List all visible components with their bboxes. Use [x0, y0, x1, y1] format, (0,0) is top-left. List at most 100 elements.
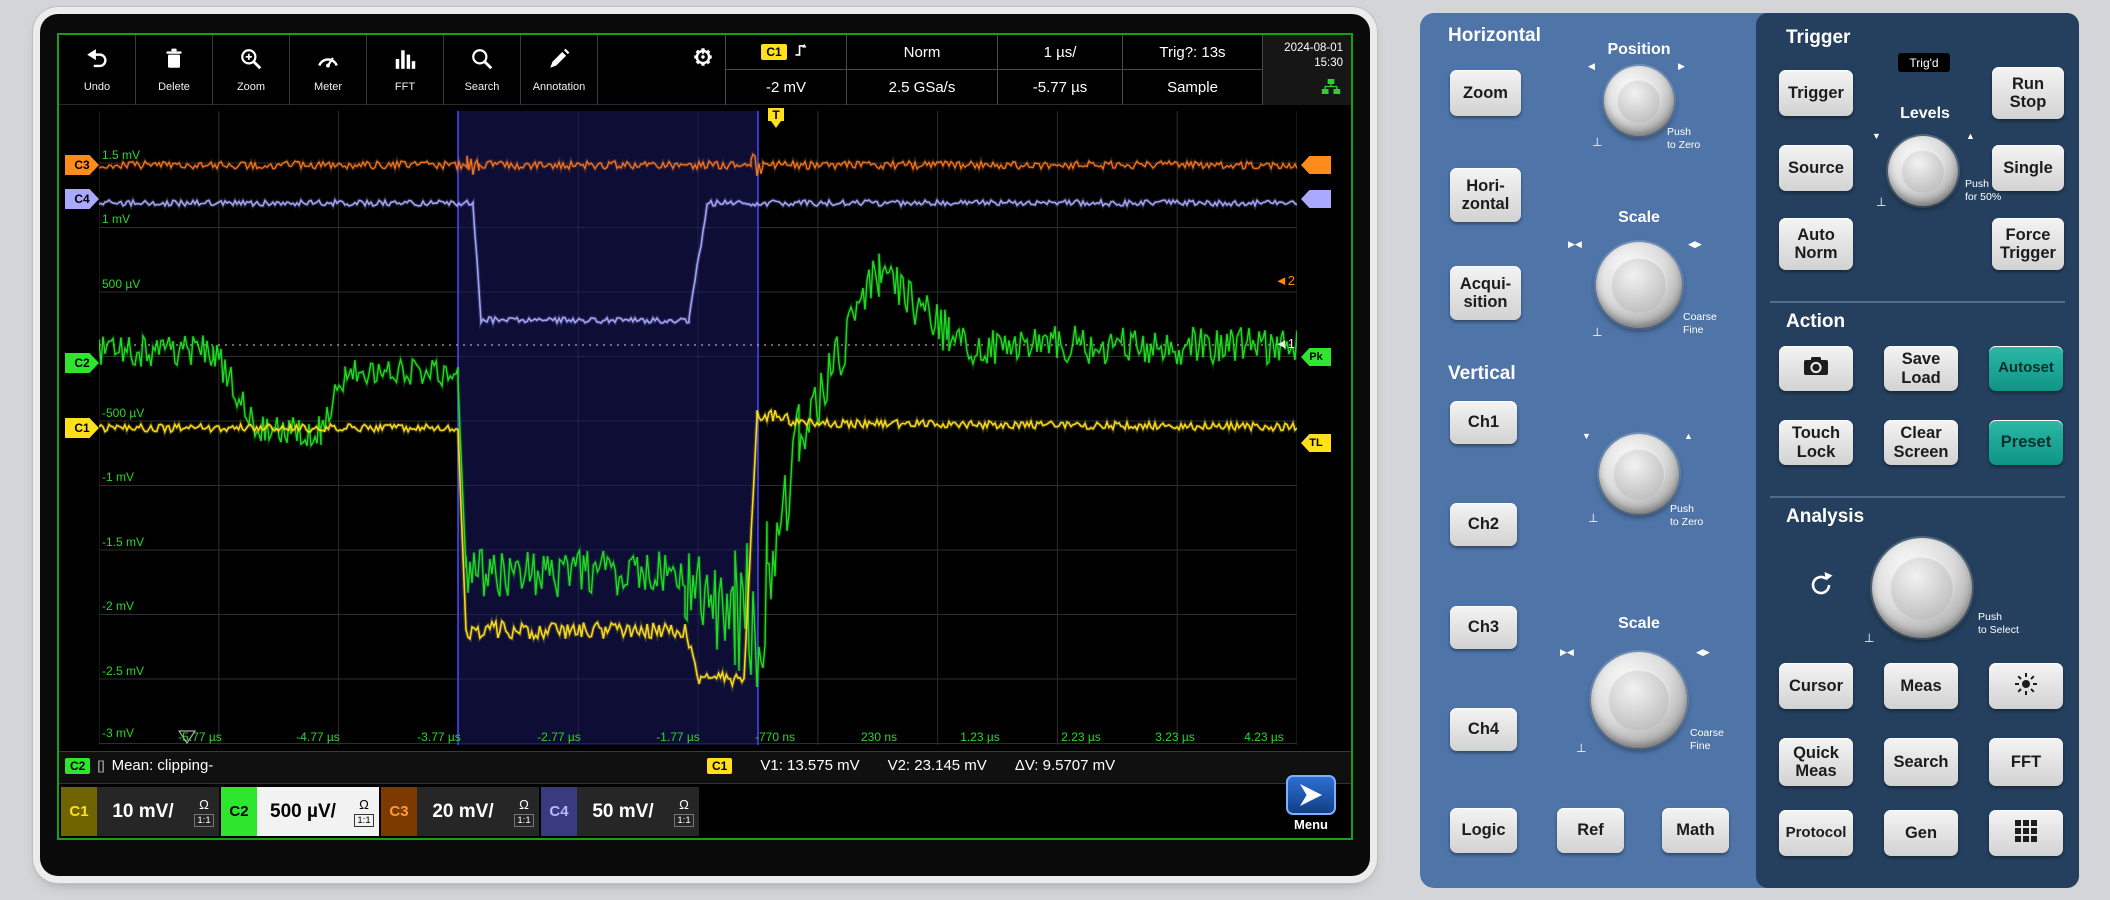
meter-button[interactable]: Meter: [290, 35, 367, 105]
measurement-bar: C2 [] Mean: clipping- C1 V1: 13.575 mV V…: [59, 751, 1351, 783]
channel-bar: C1 10 mV/ Ω1:1 C2 500 µV/ Ω1:1 C3 20 mV/…: [59, 783, 1351, 838]
fft-icon: [393, 47, 417, 76]
clear-screen-button[interactable]: Clear Screen: [1884, 420, 1958, 465]
scope-toolbar: Undo Delete Zoom MeterFFTSearchAnnotation C…: [59, 35, 1351, 105]
channel2-settings[interactable]: C2 500 µV/ Ω1:1: [221, 787, 379, 836]
svg-text:3.23 µs: 3.23 µs: [1155, 730, 1195, 744]
channel4-impedance: Ω: [679, 797, 689, 812]
single-button[interactable]: Single: [1992, 145, 2064, 191]
ch1-button[interactable]: Ch1: [1450, 401, 1517, 444]
vertical-section-title: Vertical: [1448, 363, 1516, 385]
trigger-button[interactable]: Trigger: [1779, 70, 1853, 116]
lan-network-icon: [1321, 78, 1341, 100]
svg-text:500 µV: 500 µV: [102, 277, 140, 291]
fft-button[interactable]: FFT: [1989, 738, 2063, 786]
horizontal-section-title: Horizontal: [1448, 25, 1541, 47]
trigger-mode-cell[interactable]: Norm: [846, 35, 997, 70]
push-knob-icon: [1588, 511, 1598, 525]
undo-icon: [85, 47, 109, 76]
touch-lock-button[interactable]: Touch Lock: [1779, 420, 1853, 465]
samplerate-cell[interactable]: 2.5 GSa/s: [846, 70, 997, 105]
right-marker-tl[interactable]: TL: [1301, 434, 1331, 452]
cursor-button[interactable]: Cursor: [1779, 663, 1853, 709]
screenshot-camera-button[interactable]: [1779, 346, 1853, 391]
source-button[interactable]: Source: [1779, 145, 1853, 191]
auto-norm-button[interactable]: Auto Norm: [1779, 218, 1853, 270]
run-stop-button[interactable]: Run Stop: [1992, 67, 2064, 119]
vertical-scale-knob[interactable]: [1591, 652, 1687, 748]
cursor-v1-value: V1: 13.575 mV: [760, 757, 859, 774]
fft-button[interactable]: FFT: [367, 35, 444, 105]
trigger-level-cell[interactable]: -2 mV: [725, 70, 846, 105]
intensity-button[interactable]: [1989, 663, 2063, 709]
trigger-level-knob[interactable]: [1888, 136, 1958, 206]
trigger-status-cell[interactable]: Trig?: 13s: [1122, 35, 1263, 70]
timebase-cell[interactable]: 1 µs/: [997, 35, 1122, 70]
channel4-settings[interactable]: C4 50 mV/ Ω1:1: [541, 787, 699, 836]
waveform-display[interactable]: 1.5 mV1 mV500 µV-500 µV-1 mV-1.5 mV-2 mV…: [59, 105, 1351, 751]
gen-button[interactable]: Gen: [1884, 810, 1958, 856]
zoom-button[interactable]: Zoom: [1450, 70, 1521, 116]
horizontal-scale-label: Scale: [1589, 209, 1689, 227]
settings-gear-button[interactable]: [679, 45, 727, 95]
scope-screen: Undo Delete Zoom MeterFFTSearchAnnotation C…: [57, 33, 1353, 840]
horizontal-position-cell[interactable]: -5.77 µs: [997, 70, 1122, 105]
cursor-source-badge: C1: [707, 758, 732, 774]
toolbar-label: Zoom: [237, 81, 265, 93]
section-divider: [1770, 496, 2065, 498]
right-marker-1[interactable]: [1301, 190, 1331, 208]
svg-text:-4.77 µs: -4.77 µs: [296, 730, 340, 744]
right-marker-pk[interactable]: Pk: [1301, 348, 1331, 366]
ch4-button[interactable]: Ch4: [1450, 708, 1517, 751]
channel4-probe-ratio: 1:1: [674, 814, 693, 827]
acquisition-button[interactable]: Acqui- sition: [1450, 266, 1521, 320]
search-button[interactable]: Search: [1884, 738, 1958, 786]
svg-text:◄1: ◄1: [1275, 336, 1295, 351]
toolbar-label: Delete: [158, 81, 190, 93]
channel-marker-c1[interactable]: C1: [65, 418, 99, 438]
horizontal-scale-knob[interactable]: [1596, 242, 1682, 328]
autoset-button[interactable]: Autoset: [1989, 346, 2063, 391]
channel2-scale: 500 µV/: [257, 787, 349, 836]
ref-button[interactable]: Ref: [1557, 808, 1624, 853]
horizontal-button[interactable]: Hori- zontal: [1450, 168, 1521, 222]
acquisition-mode-cell[interactable]: Sample: [1122, 70, 1263, 105]
math-button[interactable]: Math: [1662, 808, 1729, 853]
channel-marker-c4[interactable]: C4: [65, 189, 99, 209]
vertical-position-knob[interactable]: [1599, 434, 1679, 514]
logic-button[interactable]: Logic: [1450, 808, 1517, 853]
navigation-knob[interactable]: [1872, 538, 1972, 638]
channel-marker-c2[interactable]: C2: [65, 353, 99, 373]
protocol-button[interactable]: Protocol: [1779, 810, 1853, 856]
channel1-settings[interactable]: C1 10 mV/ Ω1:1: [61, 787, 219, 836]
annotation-button[interactable]: Annotation: [521, 35, 598, 105]
trigger-section-title: Trigger: [1786, 27, 1850, 49]
apps-grid-button[interactable]: [1989, 810, 2063, 856]
coarse-fine-hint: Coarse Fine: [1683, 311, 1717, 336]
save-load-button[interactable]: Save Load: [1884, 346, 1958, 391]
undo-button[interactable]: Undo: [59, 35, 136, 105]
menu-label: Menu: [1279, 817, 1343, 832]
delete-button[interactable]: Delete: [136, 35, 213, 105]
svg-text:-1.5 mV: -1.5 mV: [102, 535, 144, 549]
search-button[interactable]: Search: [444, 35, 521, 105]
right-marker-0[interactable]: [1301, 156, 1331, 174]
preset-button[interactable]: Preset: [1989, 420, 2063, 465]
meas-button[interactable]: Meas: [1884, 663, 1958, 709]
ch3-button[interactable]: Ch3: [1450, 606, 1517, 649]
channel2-probe-ratio: 1:1: [354, 814, 373, 827]
trigger-slope-icon: [793, 41, 811, 63]
zoom-button[interactable]: Zoom: [213, 35, 290, 105]
apps-grid-icon: [2014, 819, 2038, 847]
svg-text:-1.77 µs: -1.77 µs: [656, 730, 700, 744]
quick-meas-button[interactable]: Quick Meas: [1779, 738, 1853, 786]
channel1-scale: 10 mV/: [97, 787, 189, 836]
svg-text:1 mV: 1 mV: [102, 212, 130, 226]
channel-marker-c3[interactable]: C3: [65, 155, 99, 175]
force-trigger-button[interactable]: Force Trigger: [1992, 218, 2064, 270]
menu-button[interactable]: Menu: [1279, 775, 1343, 832]
ch2-button[interactable]: Ch2: [1450, 503, 1517, 546]
trigger-source-cell[interactable]: C1: [725, 35, 846, 70]
channel3-settings[interactable]: C3 20 mV/ Ω1:1: [381, 787, 539, 836]
horizontal-position-knob[interactable]: [1604, 66, 1674, 136]
